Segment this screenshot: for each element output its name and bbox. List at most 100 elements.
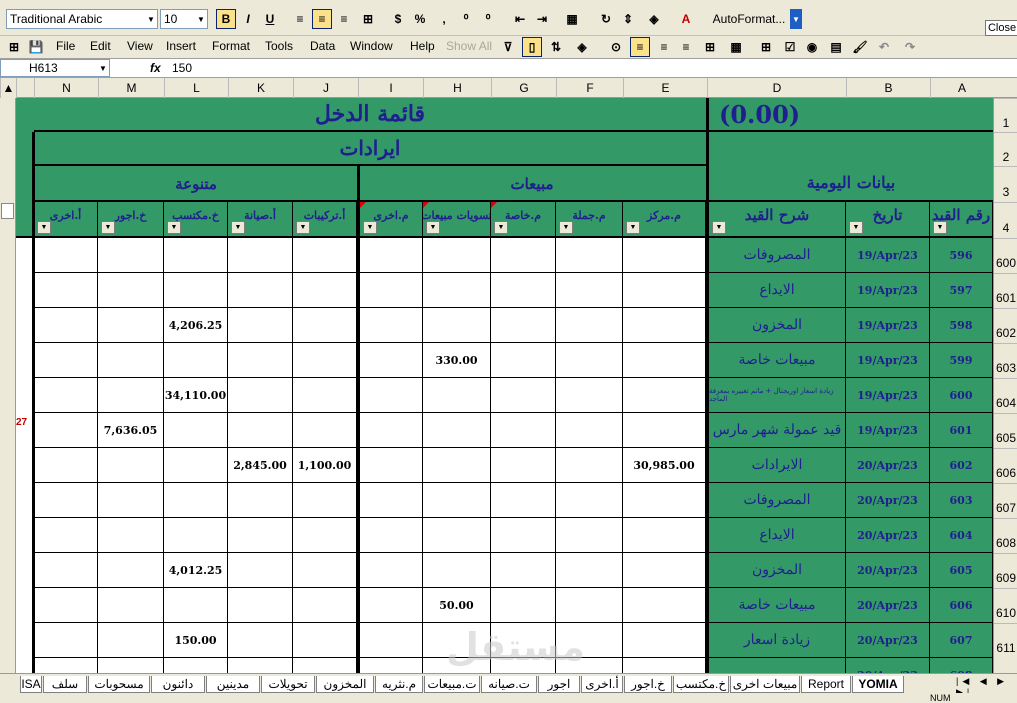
cell-e[interactable]: 30,985.00 [623, 448, 706, 483]
cell-f[interactable] [556, 483, 623, 518]
underline-button[interactable]: U [260, 9, 280, 29]
filter-dropdown-icon[interactable]: ▼ [933, 221, 947, 234]
checkbox-icon[interactable]: ☑ [780, 37, 800, 57]
redo-icon[interactable]: ↷ [900, 37, 920, 57]
menu-help[interactable]: Help [410, 39, 435, 53]
cell-n[interactable] [34, 588, 98, 623]
sort-icon[interactable]: ⇅ [546, 37, 566, 57]
formula-input[interactable]: 150 [172, 60, 192, 76]
cell-g[interactable] [491, 518, 556, 553]
cell-n[interactable] [34, 518, 98, 553]
cell-i[interactable] [360, 658, 423, 673]
filter-dropdown-icon[interactable]: ▼ [37, 221, 51, 234]
column-header-b[interactable]: B [846, 78, 930, 98]
cell-i[interactable] [360, 308, 423, 343]
cell-k[interactable] [228, 378, 293, 413]
fx-icon[interactable]: fx [150, 60, 161, 76]
column-header-e[interactable]: E [623, 78, 707, 98]
filter-dropdown-icon[interactable]: ▼ [426, 221, 440, 234]
entry-number[interactable]: 602 [930, 448, 993, 483]
entry-description[interactable]: المخزون [709, 553, 846, 588]
row-header[interactable]: 605 [994, 413, 1017, 448]
entry-description[interactable]: زيادة اسعار [709, 623, 846, 658]
cell-l[interactable] [164, 588, 228, 623]
row-header[interactable]: 2 [994, 132, 1017, 166]
sheet-tab[interactable]: تحويلات [261, 676, 315, 693]
cell-i[interactable] [360, 413, 423, 448]
entry-description[interactable]: المصروفات [709, 483, 846, 518]
cell-k[interactable] [228, 273, 293, 308]
entry-date[interactable]: 19/Apr/23 [846, 378, 930, 413]
comma-button[interactable]: , [434, 9, 454, 29]
cell-f[interactable] [556, 273, 623, 308]
sheet-tab[interactable]: مدينين [206, 676, 260, 693]
chevron-down-icon[interactable]: ▼ [97, 60, 109, 76]
autofilter-icon[interactable]: ⊽ [498, 37, 518, 57]
decrease-indent-icon[interactable]: ⇤ [510, 9, 530, 29]
row-header[interactable]: 600 [994, 238, 1017, 273]
cell-m[interactable] [98, 448, 164, 483]
cell-l[interactable] [164, 273, 228, 308]
sheet-tab[interactable]: مبيعات اخرى [730, 676, 800, 693]
brush-icon[interactable]: 🖌 [850, 37, 870, 57]
sheet-tab[interactable]: خ.مكتسب [673, 676, 729, 693]
italic-button[interactable]: I [238, 9, 258, 29]
borders2-icon[interactable]: ▦ [726, 37, 746, 57]
column-header-g[interactable]: G [491, 78, 556, 98]
cell-e[interactable] [623, 623, 706, 658]
cell-f[interactable] [556, 553, 623, 588]
cell-n[interactable] [34, 273, 98, 308]
cell-j[interactable] [293, 483, 357, 518]
cell-j[interactable] [293, 238, 357, 273]
entry-description[interactable]: الايداع [709, 518, 846, 553]
cell-k[interactable] [228, 343, 293, 378]
row-header[interactable]: 601 [994, 273, 1017, 308]
menu-insert[interactable]: Insert [166, 39, 196, 53]
cell-h[interactable] [423, 518, 491, 553]
filter-dropdown-icon[interactable]: ▼ [712, 221, 726, 234]
row-header[interactable]: 609 [994, 553, 1017, 588]
cell-f[interactable] [556, 448, 623, 483]
cell-f[interactable] [556, 588, 623, 623]
cell-h[interactable] [423, 308, 491, 343]
cell-g[interactable] [491, 588, 556, 623]
borders-icon[interactable]: ▦ [562, 9, 582, 29]
filter-dropdown-icon[interactable]: ▼ [231, 221, 245, 234]
sheet-tab[interactable]: ت.مبيعات [424, 676, 480, 693]
cell-i[interactable] [360, 273, 423, 308]
cell-m[interactable] [98, 658, 164, 673]
cell-e[interactable] [623, 588, 706, 623]
cell-n[interactable] [34, 378, 98, 413]
cell-e[interactable] [623, 378, 706, 413]
cell-m[interactable]: 7,636.05 [98, 413, 164, 448]
cell-h[interactable] [423, 413, 491, 448]
menu-edit[interactable]: Edit [90, 39, 111, 53]
cell-j[interactable] [293, 343, 357, 378]
entry-date[interactable]: 19/Apr/23 [846, 343, 930, 378]
cell-h[interactable] [423, 378, 491, 413]
entry-number[interactable]: 608 [930, 658, 993, 673]
cell-e[interactable] [623, 518, 706, 553]
worksheet-grid[interactable]: قائمة الدخل (0.00) ايرادات متنوعة مبيعات… [16, 98, 993, 673]
entry-date[interactable]: 19/Apr/23 [846, 413, 930, 448]
cell-i[interactable] [360, 343, 423, 378]
cell-i[interactable] [360, 448, 423, 483]
grid-icon[interactable]: ⊞ [756, 37, 776, 57]
sheet-tab[interactable]: خ.اجور [624, 676, 672, 693]
cell-j[interactable] [293, 588, 357, 623]
cell-e[interactable] [623, 658, 706, 673]
entry-number[interactable]: 603 [930, 483, 993, 518]
column-header-f[interactable]: F [556, 78, 623, 98]
name-box[interactable]: H613 ▼ [0, 59, 110, 77]
cell-l[interactable] [164, 518, 228, 553]
entry-date[interactable]: 20/Apr/23 [846, 623, 930, 658]
cell-f[interactable] [556, 308, 623, 343]
align-left-icon[interactable]: ≡ [290, 9, 310, 29]
row-header[interactable]: 4 [994, 202, 1017, 238]
toolbar-options-icon[interactable]: ▼ [790, 9, 802, 29]
undo-icon[interactable]: ↶ [874, 37, 894, 57]
cell-h[interactable] [423, 273, 491, 308]
row-header[interactable]: 3 [994, 166, 1017, 202]
zoom-icon[interactable]: ⊙ [606, 37, 626, 57]
column-header-m[interactable]: M [98, 78, 164, 98]
